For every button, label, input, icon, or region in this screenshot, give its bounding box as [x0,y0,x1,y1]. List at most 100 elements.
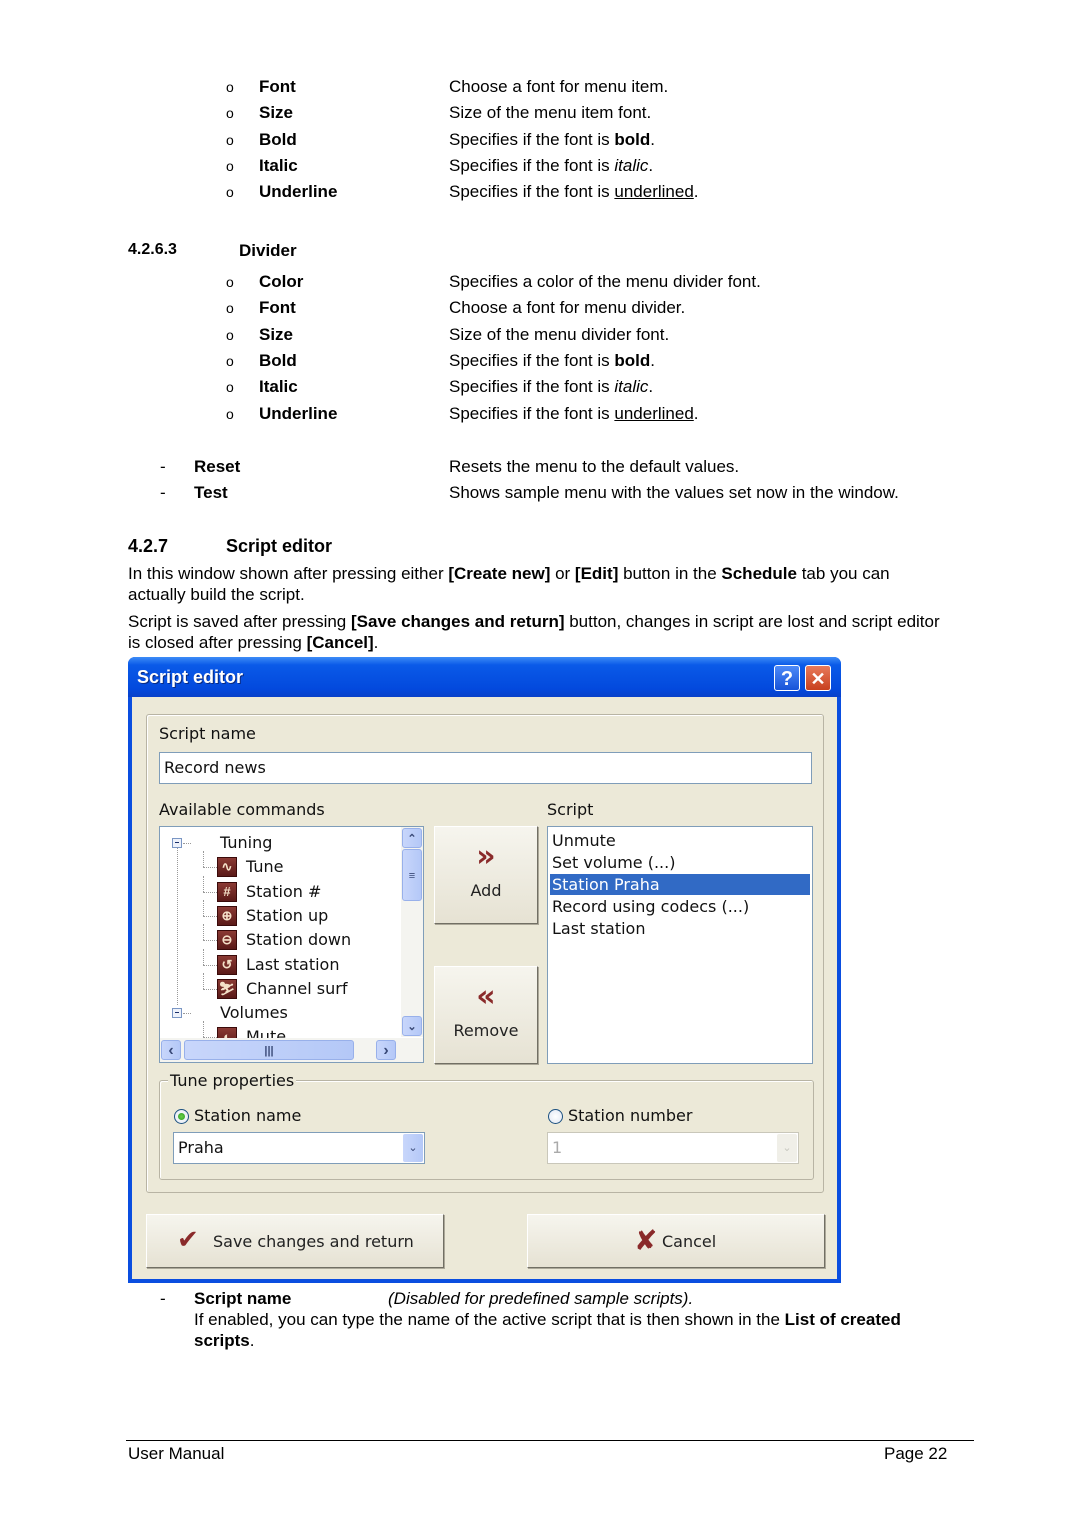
text: or [550,564,575,583]
scroll-down-button[interactable]: ⌄ [402,1016,422,1036]
script-name-value: Record news [164,758,266,777]
tree-item[interactable]: ⊖ Station down [160,924,400,951]
tree-item[interactable]: ⊕ Station up [160,899,400,926]
description: scripts. [194,1331,254,1351]
add-button[interactable]: » Add [434,826,538,924]
tree-item[interactable]: ↺ Last station [160,948,400,975]
paragraph-line: is closed after pressing [Cancel]. [128,633,378,653]
tree-item[interactable]: ⛷ Channel surf [160,972,400,999]
scroll-thumb[interactable]: ≡ [402,849,422,901]
property-term: Bold [259,129,297,149]
bold-text: scripts [194,1331,250,1350]
dialog-body: Script name Record news Available comman… [132,697,837,1279]
station-name-combo[interactable]: Praha ⌄ [173,1132,425,1164]
property-term: Underline [259,403,338,423]
bold-text: [Create new] [448,564,551,583]
bullet-icon: o [226,379,234,396]
paragraph: In this window shown after pressing eith… [128,564,890,584]
tree-group[interactable]: Tuning [160,831,400,853]
channel-surf-icon: ⛷ [217,978,237,999]
page-number: Page 22 [884,1444,948,1463]
close-button[interactable]: ✕ [805,665,831,691]
tree-item-label: Channel surf [246,978,348,998]
tree-group[interactable]: Volumes [160,1001,400,1023]
property-term: Bold [259,350,297,370]
tree-line [203,899,204,916]
tune-properties-label: Tune properties [168,1071,297,1090]
save-label: Save changes and return [213,1232,414,1251]
last-station-icon: ↺ [217,954,237,975]
text: is closed after pressing [128,633,307,652]
scroll-right-button[interactable]: › [376,1040,396,1060]
available-commands-label: Available commands [159,800,325,819]
dropdown-arrow-icon[interactable]: ⌄ [777,1134,797,1162]
bold-text: [Cancel] [306,633,374,652]
tree-item-label: Tune [246,857,284,877]
text: button in the [618,564,722,583]
tree-line [203,1021,204,1038]
vertical-scrollbar[interactable]: ⌃ ≡ ⌄ [401,827,423,1037]
tree-line [203,867,217,869]
scroll-left-button[interactable]: ‹ [161,1040,181,1060]
script-editor-dialog: Script editor ? ✕ Script name Record new… [128,657,841,1283]
commands-tree[interactable]: ◐ Mute Volumes ⛷ Channel surf ↺ Last station ⊖ S… [159,826,424,1063]
checkmark-icon: ✔ [177,1225,199,1255]
property-description: Specifies a color of the menu divider fo… [449,272,761,291]
remove-button[interactable]: « Remove [434,966,538,1064]
property-term: Italic [259,155,298,175]
chevron-up-icon: ⌃ [407,833,417,845]
property-description: Specifies if the font is bold. [449,129,655,149]
help-button[interactable]: ? [774,665,800,691]
tune-properties-group [159,1080,814,1180]
tree-group-label: Volumes [220,1003,288,1023]
scroll-up-button[interactable]: ⌃ [402,828,422,848]
list-dash: - [160,1289,166,1308]
tree-line [203,948,204,965]
script-list-item[interactable]: Unmute [552,831,616,850]
script-list[interactable]: Unmute Set volume (...) Station Praha Recor… [547,826,813,1064]
save-changes-button[interactable]: ✔ Save changes and return [146,1214,444,1268]
collapse-icon[interactable] [172,838,182,848]
bold-text: Schedule [721,564,797,583]
tree-item[interactable]: # Station # [160,875,400,902]
chevron-left-icon: ‹ [168,1042,174,1059]
script-list-item[interactable]: Station Praha [552,875,660,894]
script-list-item[interactable]: Last station [552,919,645,938]
property-term: Size [259,103,294,123]
action-description: Resets the menu to the default values. [449,457,740,476]
text: If enabled, you can type the name of the… [194,1310,785,1329]
tree-line [183,843,191,844]
property-term: Italic [259,377,298,397]
bold-text: [Edit] [574,564,619,583]
dropdown-arrow-icon[interactable]: ⌄ [403,1134,423,1162]
station-number-radio[interactable] [548,1109,563,1124]
station-name-radio[interactable] [174,1109,189,1124]
tree-line [203,988,217,990]
script-name-input[interactable]: Record news [159,752,812,784]
tree-group-label: Tuning [220,833,273,852]
horizontal-scrollbar[interactable]: ‹ ||| › [160,1038,423,1062]
text: . [373,633,379,652]
script-list-item[interactable]: Set volume (...) [552,853,675,872]
text: Script is saved after pressing [128,612,351,631]
text: In this window shown after pressing eith… [128,564,449,583]
list-dash: - [160,457,166,476]
property-description: Size of the menu item font. [449,103,652,123]
tree-line [203,972,204,989]
bullet-icon: o [226,79,234,95]
text: . [249,1331,255,1350]
section-title: Divider [239,241,297,260]
remove-label: Remove [453,1021,519,1040]
tune-icon: ∿ [217,857,237,878]
collapse-icon[interactable] [172,1008,182,1019]
script-list-item[interactable]: Record using codecs (...) [552,897,749,916]
property-description: Specifies if the font is bold. [449,350,655,370]
tree-item[interactable]: ∿ Tune [160,851,400,878]
cancel-button[interactable]: ✘ Cancel [527,1214,825,1268]
station-number-combo[interactable]: 1 ⌄ [547,1132,799,1164]
property-term: Underline [259,182,338,202]
hscroll-thumb[interactable]: ||| [184,1040,354,1060]
x-icon: ✘ [634,1224,658,1257]
script-name-label: Script name [159,724,256,743]
dialog-title-bar[interactable]: Script editor ? ✕ [128,657,841,697]
